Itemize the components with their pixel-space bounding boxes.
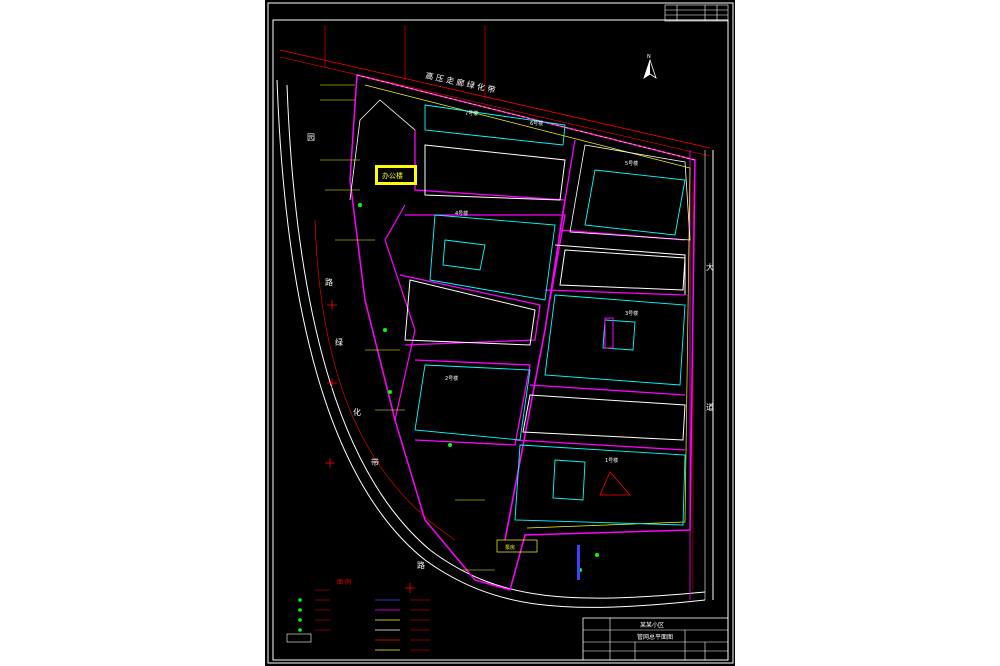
site-pipe-network — [349, 74, 696, 591]
label-b6: 6号楼 — [530, 120, 543, 127]
building-3 — [544, 294, 686, 386]
left-road-char-5: 带 — [371, 458, 379, 467]
buildings — [414, 104, 686, 526]
legend: 图 例 — [286, 578, 430, 651]
label-b7: 7号楼 — [465, 110, 478, 117]
left-road-char-6: 路 — [417, 560, 425, 570]
outer-frame — [267, 2, 734, 664]
red-triangle-mark — [599, 471, 631, 496]
label-b5: 5号楼 — [625, 160, 638, 167]
building-4 — [414, 364, 531, 441]
legend-title: 图 例 — [337, 578, 351, 586]
north-mark: N — [647, 54, 651, 60]
pipe-callouts — [320, 84, 495, 571]
building-5 — [584, 169, 686, 236]
right-road-char-1: 大 — [706, 262, 714, 272]
right-road-char-2: 道 — [706, 402, 714, 412]
left-road-char-3: 绿 — [335, 338, 343, 347]
building-6 — [429, 214, 556, 301]
site-plan-canvas: N 高 压 走 廊 绿 化 带 园 路 绿 化 带 路 大 道 7号楼 6号楼 … — [267, 2, 734, 664]
top-title-table — [664, 4, 729, 22]
left-road-char-2: 路 — [325, 277, 333, 287]
left-road-char-4: 化 — [353, 407, 361, 417]
title-drawing-name: 管网总平面图 — [637, 633, 673, 641]
title-block: 某某小区 管网总平面图 — [582, 617, 729, 661]
title-project: 某某小区 — [640, 621, 664, 629]
label-b4: 4号楼 — [455, 210, 468, 217]
label-b3: 3号楼 — [625, 310, 638, 317]
top-road: 高 压 走 廊 绿 化 带 — [279, 25, 711, 157]
north-arrow-icon: N — [643, 54, 657, 79]
building-2 — [514, 444, 686, 526]
cad-drawing-sheet: N 高 压 走 廊 绿 化 带 园 路 绿 化 带 路 大 道 7号楼 6号楼 … — [265, 0, 735, 666]
label-b2: 2号楼 — [445, 375, 458, 382]
pump-house: 泵房 — [496, 539, 538, 553]
left-road-chars: 园 路 绿 化 带 路 — [307, 133, 425, 570]
label-b1: 1号楼 — [605, 457, 618, 464]
pump-label: 泵房 — [505, 544, 515, 551]
office-tag-label: 办公楼 — [382, 171, 403, 180]
left-road-char-1: 园 — [307, 133, 315, 142]
building-7 — [424, 104, 566, 146]
office-tag: 办公楼 — [375, 165, 417, 185]
